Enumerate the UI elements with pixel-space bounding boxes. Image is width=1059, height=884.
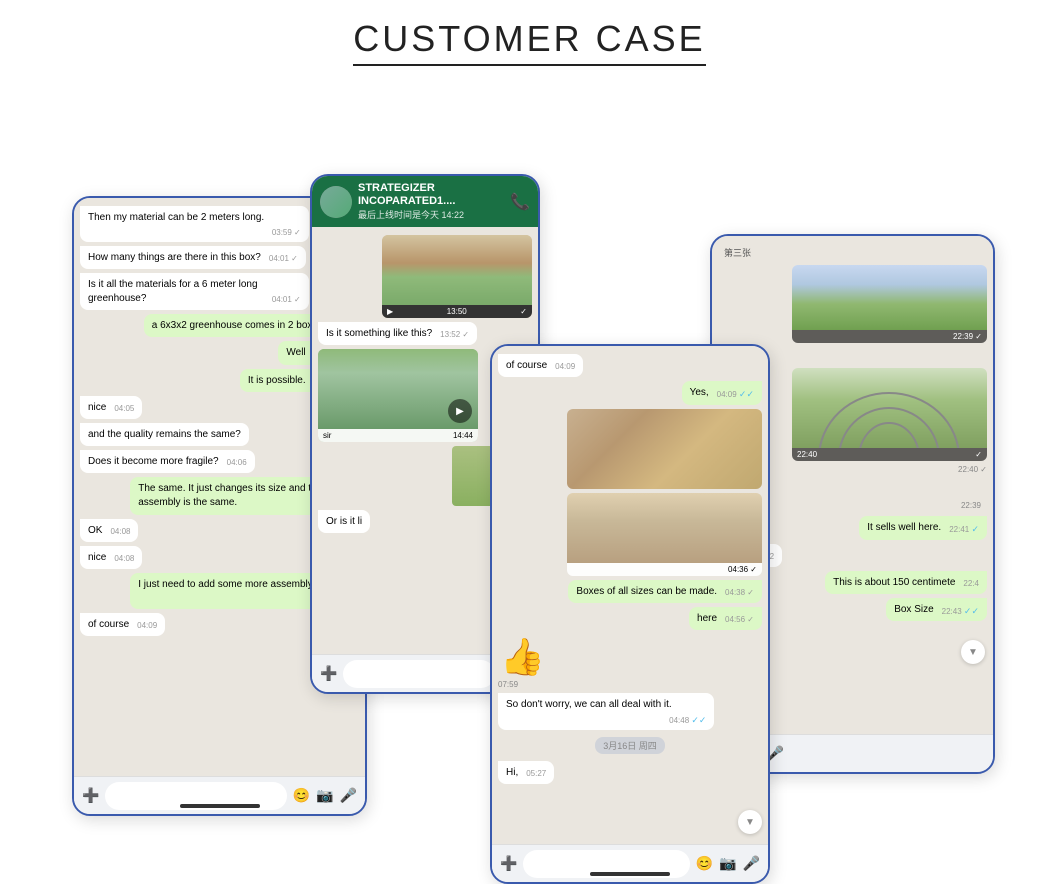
- message-bubble: and the quality remains the same?: [80, 423, 249, 446]
- message-bubble: nice 04:05: [80, 396, 142, 419]
- second-video: ▶ sir 14:44: [318, 349, 478, 442]
- add-icon-3[interactable]: ➕: [500, 855, 517, 872]
- message-bubble: So don't worry, we can all deal with it.…: [498, 693, 714, 731]
- message-bubble: here 04:56 ✓: [689, 607, 762, 630]
- chat-input-bar-3: ➕ 😊 📷 🎤: [492, 844, 768, 882]
- emoji-icon[interactable]: ➕: [82, 787, 99, 804]
- arch-svg: [792, 368, 987, 448]
- arch-image: 22:40✓: [792, 368, 987, 461]
- chat-input-bar-1: ➕ 😊 📷 🎤: [74, 776, 365, 814]
- scroll-down-btn-4[interactable]: ▼: [961, 640, 985, 664]
- video-sender: sir: [323, 431, 331, 440]
- tick-22-40: 22:40 ✓: [958, 465, 987, 474]
- message-bubble: Boxes of all sizes can be made. 04:38 ✓: [568, 580, 762, 603]
- field-img: [792, 265, 987, 330]
- camera-icon-3[interactable]: 📷: [719, 855, 736, 872]
- emoji-bubble: 👍: [498, 634, 547, 680]
- home-indicator-3: [590, 872, 670, 876]
- message-bubble: How many things are there in this box? 0…: [80, 246, 306, 269]
- scroll-down-btn[interactable]: ▼: [738, 810, 762, 834]
- boxes-image-2: 04:36 ✓: [567, 493, 762, 576]
- boxes-img-top: [567, 409, 762, 489]
- message-bubble: Then my material can be 2 meters long. 0…: [80, 206, 309, 242]
- emoji-btn-3[interactable]: 😊: [696, 855, 713, 872]
- message-bubble: Or is it li: [318, 510, 370, 533]
- video-time-2: 14:44: [453, 431, 473, 440]
- message-bubble: Is it all the materials for a 6 meter lo…: [80, 273, 309, 310]
- caption-bubble: Is it something like this? 13:52 ✓: [318, 322, 477, 345]
- field-image-1: 22:39 ✓: [792, 265, 987, 343]
- avatar: [320, 186, 352, 218]
- message-bubble: This is about 150 centimete 22:4: [825, 571, 987, 594]
- title-section: CUSTOMER CASE: [0, 0, 1059, 76]
- message-bubble: Hi, 05:27: [498, 761, 554, 784]
- add-icon[interactable]: ➕: [320, 665, 337, 682]
- chat-header-2: STRATEGIZER INCOPARATED1.... 最后上线时间是今天 1…: [312, 176, 538, 227]
- screenshots-container: Then my material can be 2 meters long. 0…: [0, 76, 1059, 856]
- chat-input-2[interactable]: [343, 660, 495, 688]
- message-bubble: Yes, 04:09 ✓✓: [682, 381, 762, 405]
- emoji-time: 07:59: [498, 680, 518, 689]
- greenhouse-img-2: ▶: [318, 349, 478, 429]
- message-bubble: Does it become more fragile? 04:06: [80, 450, 255, 473]
- boxes-image-1: [567, 409, 762, 489]
- boxes-img-bottom: [567, 493, 762, 563]
- arch-img: [792, 368, 987, 448]
- contact-info: STRATEGIZER INCOPARATED1.... 最后上线时间是今天 1…: [358, 182, 504, 221]
- message-bubble: OK 04:08: [80, 519, 138, 542]
- play-btn[interactable]: ▶: [448, 399, 472, 423]
- contact-name: STRATEGIZER INCOPARATED1....: [358, 182, 504, 208]
- mic-icon-3[interactable]: 🎤: [743, 855, 760, 872]
- message-bubble: of course 04:09: [498, 354, 583, 377]
- page-title: CUSTOMER CASE: [353, 18, 705, 66]
- contact-status: 最后上线时间是今天 14:22: [358, 208, 504, 221]
- video-thumb: ▶ 13:50 ✓: [382, 235, 532, 318]
- video-time: 13:50: [447, 307, 467, 316]
- mic-icon[interactable]: 🎤: [340, 787, 357, 804]
- message-bubble: It sells well here. 22:41 ✓: [859, 516, 987, 540]
- page-wrapper: CUSTOMER CASE Then my material can be 2 …: [0, 0, 1059, 856]
- section-label-3: 第三张: [718, 244, 987, 261]
- home-indicator: [180, 804, 260, 808]
- messages-area-3: of course 04:09 Yes, 04:09 ✓✓: [492, 346, 768, 800]
- greenhouse-img: [382, 235, 532, 305]
- date-separator: 3月16日 周四: [595, 737, 665, 754]
- message-bubble: nice 04:08: [80, 546, 142, 569]
- caption-text: Is it something like this?: [326, 328, 432, 339]
- camera-icon[interactable]: 📷: [316, 787, 333, 804]
- chat-card-3: of course 04:09 Yes, 04:09 ✓✓: [490, 344, 770, 884]
- call-icon[interactable]: 📞: [510, 192, 530, 212]
- message-bubble: Box Size 22:43 ✓✓: [886, 598, 987, 622]
- message-bubble: of course 04:09: [80, 613, 165, 636]
- emoji-btn[interactable]: 😊: [293, 787, 310, 804]
- time-22-39: 22:39: [955, 499, 987, 512]
